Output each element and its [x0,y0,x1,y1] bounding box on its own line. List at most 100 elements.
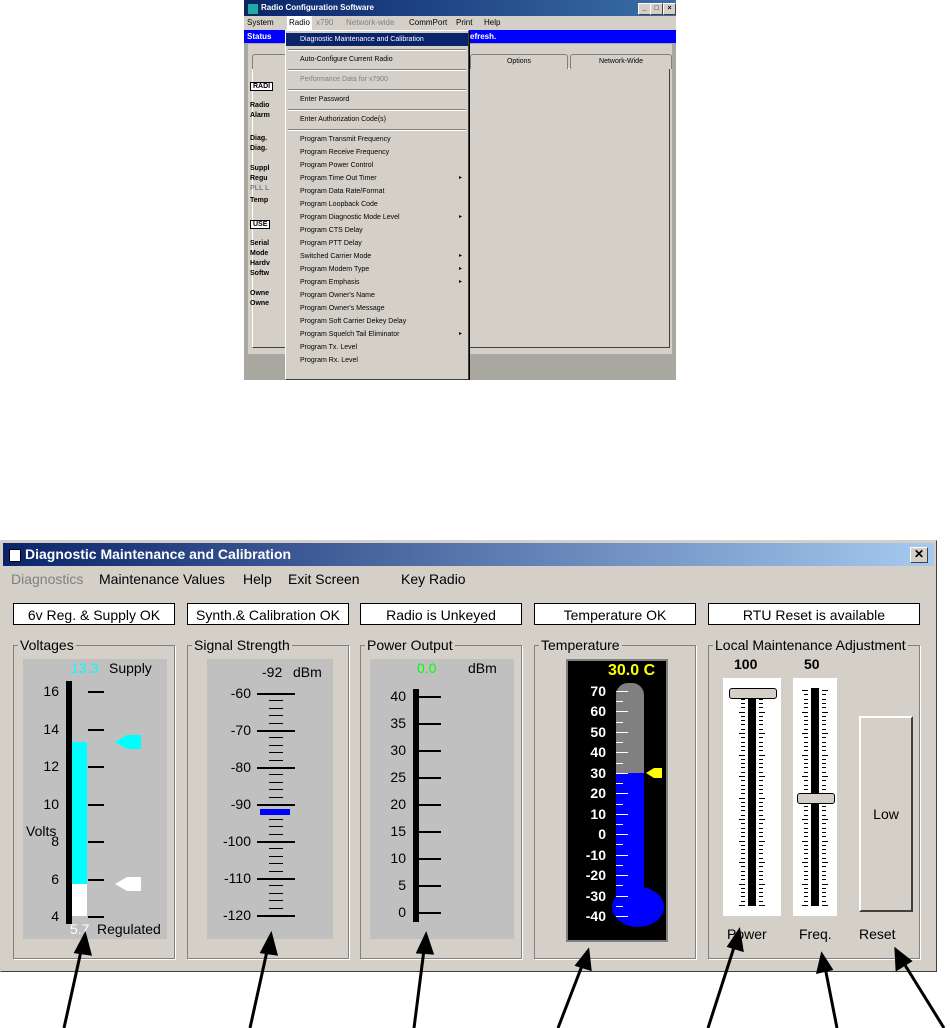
dropdown-item-label: Program Transmit Frequency [300,136,391,143]
temperature-tick-label: 70 [590,683,606,699]
reset-low-button[interactable]: Low [859,716,913,912]
menu-help[interactable]: Help [243,568,272,590]
signal-tick [269,907,283,909]
menu-commport[interactable]: CommPort [409,16,447,30]
power-slider-thumb[interactable] [729,688,777,699]
menu-maintenance-values[interactable]: Maintenance Values [99,568,225,590]
temperature-tick [616,752,628,754]
supply-label: Supply [109,660,152,676]
dropdown-item-label: Program Owner's Name [300,292,375,299]
top-menubar: System Radio x790 Network-wide CommPort … [244,16,676,30]
tab-network-wide[interactable]: Network-Wide [570,54,672,69]
slider-tick [759,733,765,734]
slider-tick [822,711,828,713]
freq-slider-thumb[interactable] [797,793,835,804]
slider-tick [759,896,763,898]
slider-tick [759,887,763,889]
dropdown-item[interactable]: Program Transmit Frequency [286,133,468,146]
slider-tick [741,793,745,795]
dropdown-item[interactable]: Program CTS Delay [286,224,468,237]
menu-network-wide[interactable]: Network-wide [346,16,394,30]
dropdown-item[interactable]: Program Owner's Message [286,302,468,315]
slider-tick [759,707,763,709]
slider-tick [804,823,808,825]
signal-tick-label: -110 [224,870,251,886]
slider-tick [739,883,745,885]
left-label: RADI [250,82,274,91]
menu-system[interactable]: System [247,16,274,30]
slider-tick [741,849,745,851]
temperature-minor-tick [616,742,623,744]
slider-tick [741,806,745,808]
menu-help[interactable]: Help [484,16,500,30]
dropdown-item[interactable]: Program Tx. Level [286,341,468,354]
power-slider[interactable] [723,678,781,916]
dropdown-item[interactable]: Program Power Control [286,159,468,172]
close-icon[interactable]: ✕ [910,547,928,563]
power-tick [419,912,441,914]
menu-key-radio[interactable]: Key Radio [401,568,466,590]
signal-tick [269,848,283,850]
dropdown-item[interactable]: Diagnostic Maintenance and Calibration [286,33,468,46]
slider-tick [822,788,826,790]
dropdown-item-label: Program Owner's Message [300,305,385,312]
slider-tick [822,866,826,868]
dropdown-item[interactable]: Program Receive Frequency [286,146,468,159]
signal-tick [269,707,283,709]
dropdown-item-label: Program Emphasis [300,279,360,286]
voltage-tick [88,728,104,731]
slider-tick [759,788,763,790]
menu-exit-screen[interactable]: Exit Screen [288,568,360,590]
slider-tick [759,883,765,885]
menu-diagnostics[interactable]: Diagnostics [11,568,83,590]
freq-slider[interactable] [793,678,837,916]
dropdown-item[interactable]: Program Diagnostic Mode Level ▸ [286,211,468,224]
menu-x790[interactable]: x790 [316,16,333,30]
tab-options[interactable]: Options [470,54,568,69]
slider-tick [822,715,826,717]
dropdown-item[interactable]: Program Soft Carrier Dekey Delay [286,315,468,328]
power-level-value: 100 [734,656,758,672]
power-tick-label: 35 [390,715,406,731]
slider-tick [804,771,808,773]
slider-tick [759,771,763,773]
dropdown-item[interactable]: Program Modem Type ▸ [286,263,468,276]
dropdown-item[interactable]: Program Rx. Level [286,354,468,367]
slider-tick [802,819,808,820]
slider-tick [741,879,745,881]
temperature-tick-label: 50 [590,723,606,740]
temperature-minor-tick [616,721,623,723]
menu-radio[interactable]: Radio [287,16,312,30]
dropdown-item[interactable]: Program PTT Delay [286,237,468,250]
slider-tick [822,896,826,898]
power-slider-label: Power [727,926,767,942]
dropdown-item[interactable]: Switched Carrier Mode ▸ [286,250,468,263]
dropdown-item[interactable]: Program Owner's Name [286,289,468,302]
power-tick-label: 30 [390,742,406,758]
signal-tick [269,774,283,776]
menu-print[interactable]: Print [456,16,472,30]
close-icon[interactable]: × [663,3,676,15]
dropdown-item[interactable]: Enter Password [286,93,468,106]
left-label: Suppl [250,165,270,172]
slider-tick [759,874,763,876]
dropdown-item[interactable]: Auto-Configure Current Radio [286,53,468,66]
slider-tick [741,866,745,868]
voltage-tick-label: 4 [51,908,59,924]
maximize-icon[interactable]: □ [650,3,663,15]
slider-tick [804,784,808,786]
temperature-minor-tick [616,885,623,887]
dropdown-item[interactable]: Program Data Rate/Format [286,185,468,198]
dropdown-item[interactable]: Enter Authorization Code(s) [286,113,468,126]
dropdown-item[interactable]: Program Squelch Tail Eliminator ▸ [286,328,468,341]
app-icon [247,3,259,15]
slider-tick [822,892,826,894]
dropdown-item[interactable]: Program Loopback Code [286,198,468,211]
power-unit: dBm [468,660,497,676]
slider-tick [759,823,763,825]
slider-tick [822,720,826,722]
dropdown-item[interactable]: Program Emphasis ▸ [286,276,468,289]
signal-tick-label: -90 [230,796,251,812]
supply-marker-body [127,734,141,749]
dropdown-item[interactable]: Program Time Out Timer ▸ [286,172,468,185]
